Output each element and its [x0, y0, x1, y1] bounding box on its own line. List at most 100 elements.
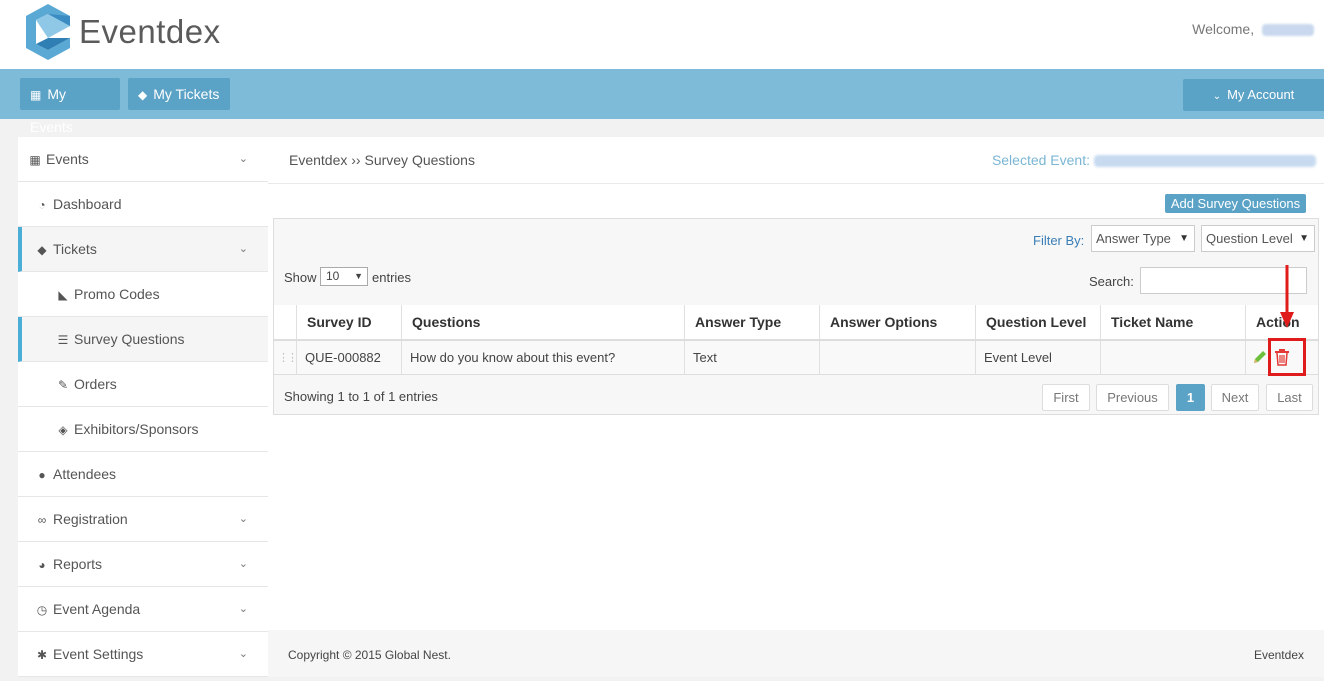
- eventdex-logo-icon[interactable]: [26, 2, 70, 62]
- chevron-down-icon: ⌄: [238, 558, 248, 570]
- annotation-highlight-box: [1268, 338, 1306, 376]
- sidebar-item-label: Reports: [53, 556, 103, 572]
- my-account-label: My Account: [1227, 87, 1295, 102]
- my-account-button[interactable]: ⌄ My Account: [1183, 79, 1324, 111]
- annotation-arrow-icon: [1280, 265, 1294, 328]
- sidebar-item-exhibitors-sponsors[interactable]: ◈ Exhibitors/Sponsors: [18, 407, 268, 452]
- edit-pencil-icon[interactable]: [1252, 349, 1268, 365]
- column-header-drag: [274, 305, 297, 341]
- breadcrumb: Eventdex ›› Survey Questions: [289, 152, 475, 168]
- answer-type-select-value: Answer Type: [1096, 231, 1171, 246]
- sidebar-item-label: Attendees: [53, 466, 117, 482]
- sidebar-item-label: Registration: [53, 511, 128, 527]
- sidebar-item-survey-questions[interactable]: ☰ Survey Questions: [18, 317, 268, 362]
- survey-questions-table: Survey ID Questions Answer Type Answer O…: [274, 305, 1318, 375]
- column-header-survey-id[interactable]: Survey ID: [296, 305, 402, 341]
- ticket-icon: ◆: [37, 243, 47, 257]
- user-icon: ●: [38, 468, 46, 482]
- drag-handle-icon[interactable]: ⋮⋮: [274, 340, 298, 375]
- chevron-down-icon: ⌄: [238, 648, 248, 660]
- cube-icon: ◈: [58, 423, 68, 437]
- sidebar-item-registration[interactable]: ∞ Registration ⌄: [18, 497, 268, 542]
- sidebar-item-label: Exhibitors/Sponsors: [74, 421, 199, 437]
- sidebar-item-label: Event Agenda: [53, 601, 141, 617]
- pagination-page-1[interactable]: 1: [1176, 384, 1205, 411]
- survey-id-cell: QUE-000882: [296, 340, 402, 375]
- add-survey-questions-button[interactable]: Add Survey Questions: [1165, 194, 1306, 213]
- my-tickets-label: My Tickets: [153, 86, 220, 102]
- answer-type-cell: Text: [684, 340, 820, 375]
- dropdown-arrow-icon: ▼: [354, 271, 363, 281]
- top-nav-bar: ▦ My Events ◆ My Tickets ⌄ My Account: [0, 69, 1324, 135]
- search-label: Search:: [1089, 274, 1134, 289]
- ticket-icon: ◆: [138, 88, 148, 102]
- welcome-label: Welcome,: [1192, 21, 1255, 37]
- sidebar-item-orders[interactable]: ✎ Orders: [18, 362, 268, 407]
- filter-by-label: Filter By:: [1033, 233, 1085, 248]
- pagination-last[interactable]: Last: [1266, 384, 1313, 411]
- main-content: Eventdex ›› Survey Questions Selected Ev…: [268, 137, 1324, 677]
- sidebar-item-events[interactable]: ▦ Events ⌄: [18, 137, 268, 182]
- sidebar-item-label: Events: [46, 151, 89, 167]
- chevron-down-icon: ⌄: [238, 153, 248, 165]
- user-name-redacted: [1262, 24, 1314, 37]
- edit-icon: ✎: [57, 378, 69, 392]
- sidebar-item-label: Survey Questions: [74, 331, 185, 347]
- sidebar-item-label: Promo Codes: [74, 286, 160, 302]
- gear-icon: ✱: [36, 648, 48, 662]
- sidebar-item-label: Event Settings: [53, 646, 144, 662]
- sidebar-item-attendees[interactable]: ● Attendees: [18, 452, 268, 497]
- question-level-select[interactable]: Question Level ▼: [1201, 225, 1315, 252]
- pagination-first[interactable]: First: [1042, 384, 1090, 411]
- welcome-text: Welcome,: [1192, 21, 1314, 37]
- page-length-select[interactable]: 10 ▼: [320, 267, 368, 286]
- selected-event-name-redacted: [1094, 155, 1316, 168]
- footer: Copyright © 2015 Global Nest. Eventdex: [268, 630, 1324, 677]
- sidebar-item-label: Dashboard: [53, 196, 122, 212]
- footer-brand: Eventdex: [1253, 648, 1304, 662]
- sidebar-item-tickets[interactable]: ◆ Tickets ⌄: [18, 227, 268, 272]
- column-header-answer-options[interactable]: Answer Options: [819, 305, 976, 341]
- sidebar-item-promo-codes[interactable]: ◣ Promo Codes: [18, 272, 268, 317]
- pie-chart-icon: ◕: [38, 558, 46, 572]
- column-header-questions[interactable]: Questions: [401, 305, 685, 341]
- ticket-name-cell: [1100, 340, 1246, 375]
- sidebar-item-event-settings[interactable]: ✱ Event Settings ⌄: [18, 632, 268, 677]
- pagination-next[interactable]: Next: [1211, 384, 1259, 411]
- column-header-ticket-name[interactable]: Ticket Name: [1100, 305, 1246, 341]
- calendar-icon: ▦: [29, 153, 41, 167]
- question-level-cell: Event Level: [975, 340, 1101, 375]
- brand-name[interactable]: Eventdex: [79, 13, 221, 51]
- clock-icon: ◷: [36, 603, 48, 617]
- chevron-down-icon: ⌄: [1212, 91, 1222, 102]
- chevron-down-icon: ⌄: [238, 243, 248, 255]
- dropdown-arrow-icon: ▼: [1299, 233, 1309, 244]
- my-events-button[interactable]: ▦ My Events: [20, 78, 120, 135]
- show-label: Show: [284, 270, 317, 285]
- table-header-row: Survey ID Questions Answer Type Answer O…: [274, 305, 1318, 341]
- sidebar-item-reports[interactable]: ◕ Reports ⌄: [18, 542, 268, 587]
- copyright-text: Copyright © 2015 Global Nest.: [288, 648, 451, 662]
- column-header-question-level[interactable]: Question Level: [975, 305, 1101, 341]
- answer-options-cell: [819, 340, 976, 375]
- header: Eventdex Welcome,: [0, 0, 1324, 69]
- sidebar-item-label: Tickets: [53, 241, 97, 257]
- breadcrumb-bar: Eventdex ›› Survey Questions Selected Ev…: [268, 137, 1324, 184]
- link-icon: ∞: [37, 513, 47, 527]
- pagination-previous[interactable]: Previous: [1096, 384, 1169, 411]
- sidebar-item-label: Orders: [74, 376, 117, 392]
- selected-event-label: Selected Event:: [991, 152, 1090, 168]
- calendar-icon: ▦: [30, 88, 42, 102]
- my-tickets-button[interactable]: ◆ My Tickets: [128, 78, 230, 110]
- dashboard-icon: ◔: [38, 198, 46, 212]
- column-header-answer-type[interactable]: Answer Type: [684, 305, 820, 341]
- answer-type-select[interactable]: Answer Type ▼: [1091, 225, 1195, 252]
- question-level-select-value: Question Level: [1206, 231, 1293, 246]
- list-icon: ☰: [57, 333, 69, 347]
- sidebar-item-event-agenda[interactable]: ◷ Event Agenda ⌄: [18, 587, 268, 632]
- chevron-down-icon: ⌄: [238, 603, 248, 615]
- page-length-value: 10: [326, 269, 340, 283]
- chevron-down-icon: ⌄: [238, 513, 248, 525]
- sidebar-item-dashboard[interactable]: ◔ Dashboard: [18, 182, 268, 227]
- question-cell: How do you know about this event?: [401, 340, 685, 375]
